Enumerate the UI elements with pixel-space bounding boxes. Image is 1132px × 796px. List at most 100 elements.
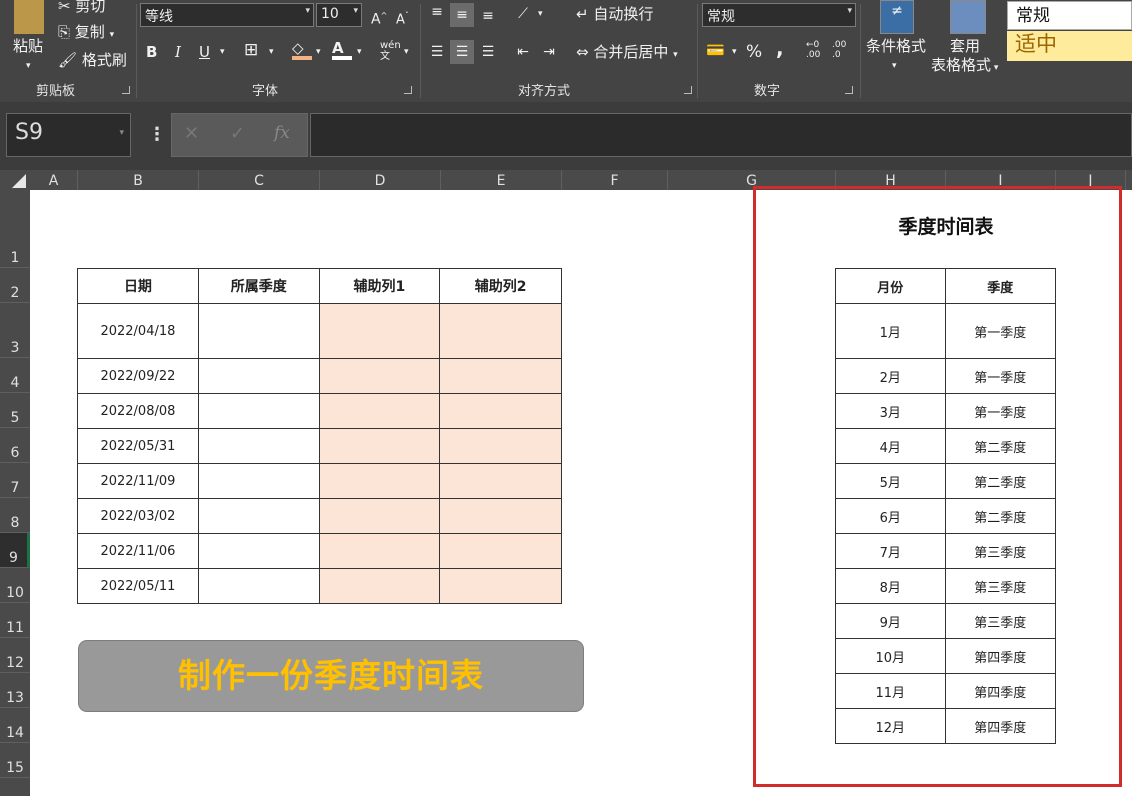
comma-button[interactable]: , bbox=[776, 38, 784, 58]
date-cell[interactable]: 2022/04/18 bbox=[77, 303, 199, 359]
header-helper2[interactable]: 辅助列2 bbox=[439, 268, 562, 304]
month-cell[interactable]: 5月 bbox=[835, 463, 946, 499]
table-format-button-line2[interactable]: 表格格式 ▾ bbox=[931, 55, 998, 78]
month-cell[interactable]: 3月 bbox=[835, 393, 946, 429]
orientation-icon[interactable]: ⟋ bbox=[511, 2, 535, 26]
decrease-decimal-button[interactable]: .00.0 bbox=[832, 40, 846, 60]
quarter-cell[interactable] bbox=[197, 303, 320, 359]
column-header-d[interactable]: D bbox=[320, 170, 441, 190]
season-cell[interactable]: 第三季度 bbox=[944, 568, 1056, 604]
helper2-cell[interactable] bbox=[439, 533, 562, 569]
currency-icon[interactable]: 💳 bbox=[706, 40, 725, 60]
helper1-cell[interactable] bbox=[318, 358, 441, 394]
font-size-select[interactable]: 10 ▾ bbox=[316, 3, 362, 27]
select-all-icon[interactable] bbox=[12, 174, 26, 188]
fill-color-icon[interactable]: ◇ bbox=[292, 38, 312, 60]
helper2-cell[interactable] bbox=[439, 498, 562, 534]
helper1-cell[interactable] bbox=[318, 428, 441, 464]
quarter-cell[interactable] bbox=[197, 533, 320, 569]
date-cell[interactable]: 2022/03/02 bbox=[77, 498, 199, 534]
phonetic-icon[interactable]: wén 文 bbox=[380, 40, 401, 62]
helper1-cell[interactable] bbox=[318, 463, 441, 499]
season-cell[interactable]: 第二季度 bbox=[944, 463, 1056, 499]
row-header[interactable]: 13 bbox=[0, 673, 30, 708]
align-center-icon[interactable]: ☰ bbox=[450, 40, 474, 64]
formula-input[interactable] bbox=[310, 113, 1132, 157]
month-cell[interactable]: 2月 bbox=[835, 358, 946, 394]
paste-dropdown-icon[interactable]: ▾ bbox=[26, 56, 31, 76]
table-format-icon[interactable] bbox=[950, 0, 986, 34]
row-header[interactable]: 3 bbox=[0, 303, 30, 358]
month-cell[interactable]: 11月 bbox=[835, 673, 946, 709]
row-header[interactable]: 8 bbox=[0, 498, 30, 533]
style-neutral[interactable]: 适中 bbox=[1007, 31, 1132, 61]
table-format-button-line1[interactable]: 套用 bbox=[950, 36, 980, 56]
decrease-indent-icon[interactable]: ⇤ bbox=[511, 40, 535, 64]
italic-button[interactable]: I bbox=[175, 42, 181, 62]
title-banner-shape[interactable]: 制作一份季度时间表 bbox=[78, 640, 584, 712]
helper2-cell[interactable] bbox=[439, 393, 562, 429]
align-right-icon[interactable]: ☰ bbox=[476, 40, 500, 64]
number-format-select[interactable]: 常规 ▾ bbox=[702, 3, 856, 27]
row-header[interactable]: 15 bbox=[0, 743, 30, 778]
season-cell[interactable]: 第三季度 bbox=[944, 603, 1056, 639]
season-cell[interactable]: 第一季度 bbox=[944, 393, 1056, 429]
quarter-table-title[interactable]: 季度时间表 bbox=[836, 212, 1056, 239]
month-cell[interactable]: 4月 bbox=[835, 428, 946, 464]
date-cell[interactable]: 2022/11/06 bbox=[77, 533, 199, 569]
column-header-e[interactable]: E bbox=[441, 170, 562, 190]
row-header[interactable]: 1 bbox=[0, 190, 30, 268]
row-header[interactable]: 11 bbox=[0, 603, 30, 638]
clipboard-launcher-icon[interactable] bbox=[122, 86, 130, 94]
align-left-icon[interactable]: ☰ bbox=[425, 40, 449, 64]
helper1-cell[interactable] bbox=[318, 303, 441, 359]
quarter-cell[interactable] bbox=[197, 463, 320, 499]
alignment-launcher-icon[interactable] bbox=[684, 86, 692, 94]
season-cell[interactable]: 第三季度 bbox=[944, 533, 1056, 569]
helper1-cell[interactable] bbox=[318, 568, 441, 604]
name-box[interactable]: S9 ▾ bbox=[6, 113, 131, 157]
conditional-format-dropdown-icon[interactable]: ▾ bbox=[892, 56, 897, 76]
helper1-cell[interactable] bbox=[318, 393, 441, 429]
row-header-selected[interactable]: 9 bbox=[0, 533, 30, 568]
row-header[interactable]: 6 bbox=[0, 428, 30, 463]
format-painter-button[interactable]: 🖌 格式刷 bbox=[58, 50, 127, 70]
row-header[interactable]: 2 bbox=[0, 268, 30, 303]
header-month[interactable]: 月份 bbox=[835, 268, 946, 304]
row-header[interactable]: 14 bbox=[0, 708, 30, 743]
quarter-cell[interactable] bbox=[197, 498, 320, 534]
number-launcher-icon[interactable] bbox=[845, 86, 853, 94]
decrease-font-icon[interactable]: Aˇ bbox=[396, 6, 409, 30]
increase-font-icon[interactable]: A^ bbox=[371, 6, 387, 30]
align-bottom-icon[interactable]: ≡ bbox=[476, 4, 500, 28]
month-cell[interactable]: 6月 bbox=[835, 498, 946, 534]
date-cell[interactable]: 2022/11/09 bbox=[77, 463, 199, 499]
quarter-cell[interactable] bbox=[197, 428, 320, 464]
increase-indent-icon[interactable]: ⇥ bbox=[537, 40, 561, 64]
percent-button[interactable]: % bbox=[746, 42, 762, 62]
paste-button[interactable]: 粘贴 bbox=[13, 36, 43, 56]
cancel-icon[interactable]: ✕ bbox=[184, 123, 199, 144]
conditional-format-button[interactable]: 条件格式 bbox=[866, 36, 926, 56]
font-family-select[interactable]: 等线 ▾ bbox=[140, 3, 314, 27]
season-cell[interactable]: 第四季度 bbox=[944, 708, 1056, 744]
helper1-cell[interactable] bbox=[318, 533, 441, 569]
underline-button[interactable]: U bbox=[199, 42, 210, 62]
font-color-icon[interactable]: A bbox=[332, 38, 352, 60]
month-cell[interactable]: 7月 bbox=[835, 533, 946, 569]
date-cell[interactable]: 2022/05/11 bbox=[77, 568, 199, 604]
quarter-cell[interactable] bbox=[197, 358, 320, 394]
helper2-cell[interactable] bbox=[439, 358, 562, 394]
row-header[interactable]: 5 bbox=[0, 393, 30, 428]
column-header-f[interactable]: F bbox=[562, 170, 668, 190]
align-middle-icon[interactable]: ≡ bbox=[450, 3, 474, 27]
increase-decimal-button[interactable]: ←0.00 bbox=[806, 40, 820, 60]
month-cell[interactable]: 8月 bbox=[835, 568, 946, 604]
bold-button[interactable]: B bbox=[146, 42, 157, 62]
season-cell[interactable]: 第四季度 bbox=[944, 638, 1056, 674]
phonetic-dropdown-icon[interactable]: ▾ bbox=[404, 42, 409, 62]
fill-dropdown-icon[interactable]: ▾ bbox=[316, 42, 321, 62]
quarter-cell[interactable] bbox=[197, 568, 320, 604]
header-quarter[interactable]: 所属季度 bbox=[197, 268, 320, 304]
header-helper1[interactable]: 辅助列1 bbox=[318, 268, 441, 304]
